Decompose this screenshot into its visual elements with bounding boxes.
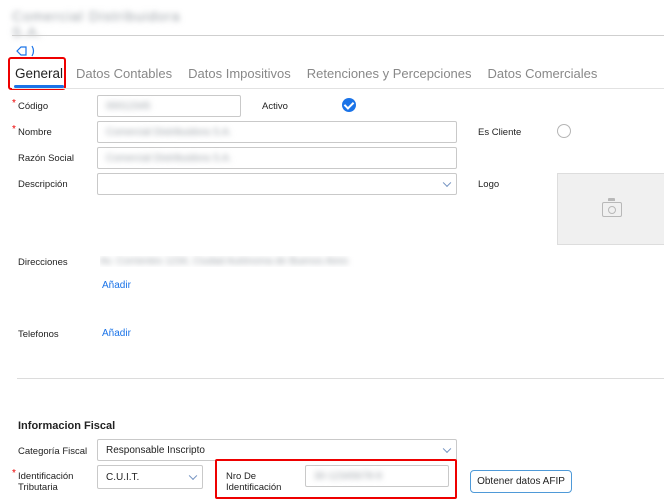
codigo-label: Código (12, 98, 48, 112)
tab-datos-comerciales[interactable]: Datos Comerciales (480, 61, 606, 87)
tab-bar: General Datos Contables Datos Impositivo… (10, 58, 605, 90)
fiscal-section-title: Informacion Fiscal (18, 420, 116, 432)
tab-datos-impositivos[interactable]: Datos Impositivos (180, 61, 299, 87)
entity-title: Comercial Distribuidora S.A. (12, 8, 208, 40)
activo-check-icon[interactable] (342, 98, 356, 112)
camera-icon (602, 198, 622, 217)
nombre-label: Nombre (12, 124, 52, 138)
telefonos-label: Telefonos (18, 329, 59, 340)
tab-retenciones-percepciones[interactable]: Retenciones y Percepciones (299, 61, 480, 87)
categoria-fiscal-value: Responsable Inscripto (106, 444, 205, 456)
identificacion-tributaria-value: C.U.I.T. (106, 471, 140, 483)
direccion-value: Av. Corrientes 1234, Ciudad Autónoma de … (100, 256, 349, 267)
chevron-down-icon (442, 178, 452, 188)
categoria-fiscal-label: Categoría Fiscal (18, 446, 88, 457)
razon-social-input[interactable]: Comercial Distribuidora S.A. (97, 147, 457, 169)
identificacion-tributaria-label: Identificación Tributaria (12, 468, 74, 493)
chevron-down-icon (442, 444, 452, 454)
identificacion-label-line2: Tributaria (18, 482, 58, 493)
razon-social-label: Razón Social (18, 153, 74, 164)
codigo-input[interactable]: 00012345 (97, 95, 241, 117)
identificacion-label-line1: Identificación (18, 471, 74, 482)
chevron-down-icon (188, 471, 198, 481)
categoria-fiscal-select[interactable]: Responsable Inscripto (97, 439, 457, 461)
tabs-divider (12, 88, 664, 89)
descripcion-label: Descripción (18, 179, 68, 190)
obtener-datos-afip-button[interactable]: Obtener datos AFIP (470, 470, 572, 493)
direccion-item: Av. Corrientes 1234, Ciudad Autónoma de … (100, 256, 360, 267)
direcciones-label: Direcciones (18, 257, 68, 268)
codigo-value: 00012345 (106, 100, 151, 112)
descripcion-select[interactable] (97, 173, 457, 195)
nombre-input[interactable]: Comercial Distribuidora S.A. (97, 121, 457, 143)
nro-identificacion-highlight (215, 459, 457, 499)
nombre-value: Comercial Distribuidora S.A. (106, 126, 232, 138)
add-direccion-link[interactable]: Añadir (102, 280, 131, 291)
es-cliente-label: Es Cliente (478, 127, 522, 138)
es-cliente-toggle[interactable] (557, 124, 571, 138)
identificacion-tributaria-select[interactable]: C.U.I.T. (97, 465, 203, 489)
section-divider (17, 378, 664, 379)
add-telefono-link[interactable]: Añadir (102, 328, 131, 339)
activo-label: Activo (262, 101, 288, 112)
logo-label: Logo (478, 179, 500, 190)
tag-icon[interactable] (16, 45, 36, 57)
logo-upload[interactable] (557, 173, 664, 245)
header-divider (12, 35, 664, 36)
tab-datos-contables[interactable]: Datos Contables (68, 61, 180, 87)
active-tab-highlight (8, 57, 66, 90)
razon-social-value: Comercial Distribuidora S.A. (106, 152, 232, 164)
